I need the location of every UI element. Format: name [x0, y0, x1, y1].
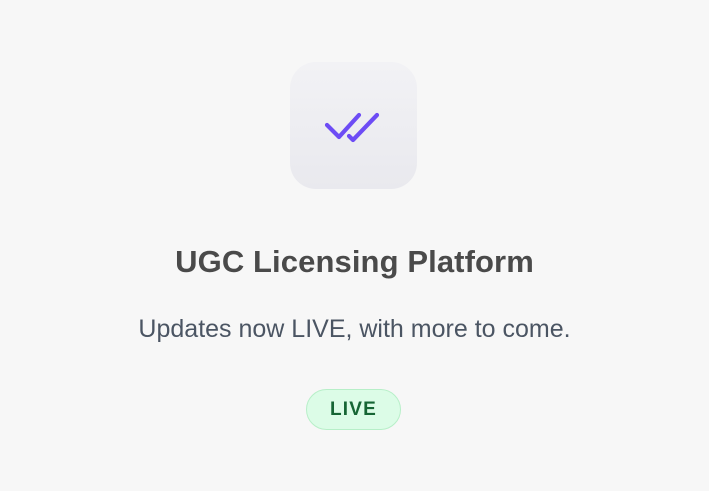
page-title: UGC Licensing Platform — [175, 244, 534, 279]
app-icon-tile — [290, 62, 417, 189]
page-subtitle: Updates now LIVE, with more to come. — [138, 315, 571, 343]
double-check-icon — [324, 112, 379, 142]
announcement-card: UGC Licensing Platform Updates now LIVE,… — [0, 0, 709, 491]
status-badge: LIVE — [306, 389, 401, 430]
